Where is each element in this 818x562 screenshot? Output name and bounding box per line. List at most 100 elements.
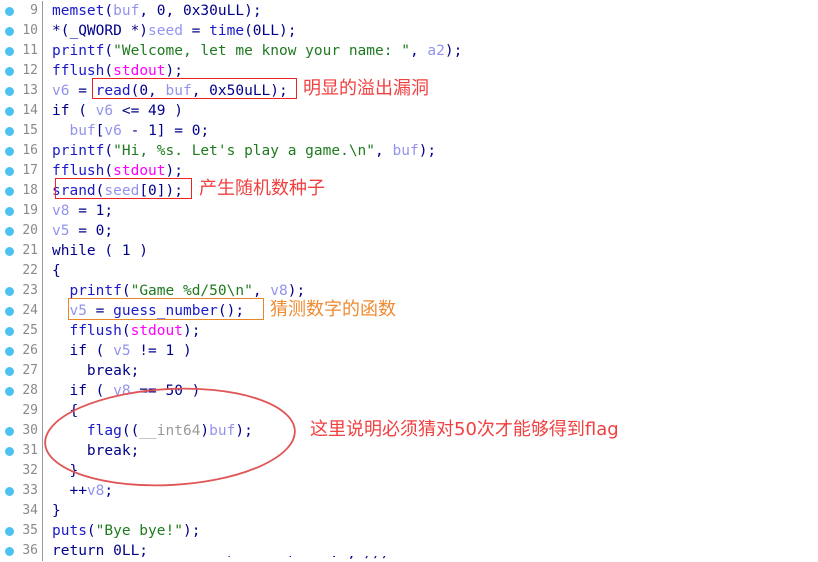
code-text[interactable]: while ( 1 ) — [52, 241, 148, 261]
code-text[interactable]: break; — [52, 441, 139, 461]
code-text[interactable]: flag((__int64)buf); — [52, 421, 253, 441]
line-gutter[interactable]: 20 — [0, 221, 43, 241]
line-gutter[interactable]: 16 — [0, 141, 43, 161]
code-line[interactable]: 18 srand(seed[0]); — [0, 181, 818, 201]
code-line[interactable]: 34} — [0, 501, 818, 521]
code-text[interactable]: if ( v6 <= 49 ) — [52, 101, 183, 121]
code-text[interactable]: ++v8; — [52, 481, 113, 501]
code-line[interactable]: 22 { — [0, 261, 818, 281]
line-gutter[interactable]: 30 — [0, 421, 43, 441]
code-text[interactable]: } — [52, 461, 78, 481]
code-line[interactable]: 32 } — [0, 461, 818, 481]
breakpoint-dot-icon[interactable] — [5, 167, 14, 176]
code-text[interactable]: if ( v5 != 1 ) — [52, 341, 191, 361]
code-line[interactable]: 19 v8 = 1; — [0, 201, 818, 221]
line-gutter[interactable]: 11 — [0, 41, 43, 61]
code-line[interactable]: 17 fflush(stdout); — [0, 161, 818, 181]
line-gutter[interactable]: 25 — [0, 321, 43, 341]
breakpoint-dot-icon[interactable] — [5, 107, 14, 116]
breakpoint-dot-icon[interactable] — [5, 287, 14, 296]
code-text[interactable]: v8 = 1; — [52, 201, 113, 221]
breakpoint-dot-icon[interactable] — [5, 307, 14, 316]
code-text[interactable]: fflush(stdout); — [52, 61, 183, 81]
breakpoint-dot-icon[interactable] — [5, 87, 14, 96]
breakpoint-dot-icon[interactable] — [5, 527, 14, 536]
line-gutter[interactable]: 22 — [0, 261, 43, 281]
code-text[interactable]: } — [52, 501, 61, 521]
breakpoint-dot-icon[interactable] — [5, 367, 14, 376]
breakpoint-dot-icon[interactable] — [5, 67, 14, 76]
line-gutter[interactable]: 23 — [0, 281, 43, 301]
code-line[interactable]: 15 buf[v6 - 1] = 0; — [0, 121, 818, 141]
code-line[interactable]: 27 break; — [0, 361, 818, 381]
code-text[interactable]: v6 = read(0, buf, 0x50uLL); — [52, 81, 288, 101]
line-gutter[interactable]: 28 — [0, 381, 43, 401]
code-line[interactable]: 29 { — [0, 401, 818, 421]
code-line[interactable]: 31 break; — [0, 441, 818, 461]
line-gutter[interactable]: 19 — [0, 201, 43, 221]
code-text[interactable]: buf[v6 - 1] = 0; — [52, 121, 209, 141]
breakpoint-dot-icon[interactable] — [5, 207, 14, 216]
code-line[interactable]: 23 printf("Game %d/50\n", v8); — [0, 281, 818, 301]
breakpoint-dot-icon[interactable] — [5, 387, 14, 396]
code-line[interactable]: 33 ++v8; — [0, 481, 818, 501]
line-gutter[interactable]: 31 — [0, 441, 43, 461]
code-line[interactable]: 35 puts("Bye bye!"); — [0, 521, 818, 541]
line-gutter[interactable]: 15 — [0, 121, 43, 141]
line-gutter[interactable]: 33 — [0, 481, 43, 501]
line-gutter[interactable]: 35 — [0, 521, 43, 541]
code-text[interactable]: break; — [52, 361, 139, 381]
breakpoint-dot-icon[interactable] — [5, 547, 14, 556]
breakpoint-dot-icon[interactable] — [5, 127, 14, 136]
code-text[interactable]: v5 = guess_number(); — [52, 301, 244, 321]
code-line[interactable]: 26 if ( v5 != 1 ) — [0, 341, 818, 361]
breakpoint-dot-icon[interactable] — [5, 247, 14, 256]
code-line[interactable]: 10 *(_QWORD *)seed = time(0LL); — [0, 21, 818, 41]
breakpoint-dot-icon[interactable] — [5, 447, 14, 456]
code-text[interactable]: if ( v8 == 50 ) — [52, 381, 200, 401]
code-text[interactable]: *(_QWORD *)seed = time(0LL); — [52, 21, 296, 41]
code-line[interactable]: 20 v5 = 0; — [0, 221, 818, 241]
code-text[interactable]: fflush(stdout); — [52, 161, 183, 181]
breakpoint-dot-icon[interactable] — [5, 427, 14, 436]
code-text[interactable]: { — [52, 401, 78, 421]
breakpoint-dot-icon[interactable] — [5, 187, 14, 196]
line-gutter[interactable]: 10 — [0, 21, 43, 41]
line-gutter[interactable]: 14 — [0, 101, 43, 121]
line-gutter[interactable]: 26 — [0, 341, 43, 361]
line-gutter[interactable]: 13 — [0, 81, 43, 101]
breakpoint-dot-icon[interactable] — [5, 7, 14, 16]
code-text[interactable]: memset(buf, 0, 0x30uLL); — [52, 1, 262, 21]
code-text[interactable]: printf("Hi, %s. Let's play a game.\n", b… — [52, 141, 436, 161]
breakpoint-dot-icon[interactable] — [5, 47, 14, 56]
line-gutter[interactable]: 32 — [0, 461, 43, 481]
breakpoint-dot-icon[interactable] — [5, 487, 14, 496]
breakpoint-dot-icon[interactable] — [5, 227, 14, 236]
code-line[interactable]: 21 while ( 1 ) — [0, 241, 818, 261]
code-line[interactable]: 14 if ( v6 <= 49 ) — [0, 101, 818, 121]
line-gutter[interactable]: 17 — [0, 161, 43, 181]
code-line[interactable]: 28 if ( v8 == 50 ) — [0, 381, 818, 401]
line-gutter[interactable]: 24 — [0, 301, 43, 321]
code-line[interactable]: 25 fflush(stdout); — [0, 321, 818, 341]
code-text[interactable]: puts("Bye bye!"); — [52, 521, 200, 541]
breakpoint-dot-icon[interactable] — [5, 27, 14, 36]
code-text[interactable]: { — [52, 261, 61, 281]
line-gutter[interactable]: 34 — [0, 501, 43, 521]
code-line[interactable]: 11 printf("Welcome, let me know your name… — [0, 41, 818, 61]
code-text[interactable]: printf("Game %d/50\n", v8); — [52, 281, 305, 301]
code-text[interactable]: printf("Welcome, let me know your name: … — [52, 41, 462, 61]
line-gutter[interactable]: 12 — [0, 61, 43, 81]
line-gutter[interactable]: 18 — [0, 181, 43, 201]
code-text[interactable]: fflush(stdout); — [52, 321, 200, 341]
line-gutter[interactable]: 27 — [0, 361, 43, 381]
line-gutter[interactable]: 29 — [0, 401, 43, 421]
code-line[interactable]: 24 v5 = guess_number(); — [0, 301, 818, 321]
line-gutter[interactable]: 21 — [0, 241, 43, 261]
breakpoint-dot-icon[interactable] — [5, 327, 14, 336]
breakpoint-dot-icon[interactable] — [5, 147, 14, 156]
code-line[interactable]: 9 memset(buf, 0, 0x30uLL); — [0, 1, 818, 21]
code-text[interactable]: v5 = 0; — [52, 221, 113, 241]
breakpoint-dot-icon[interactable] — [5, 347, 14, 356]
code-line[interactable]: 16 printf("Hi, %s. Let's play a game.\n",… — [0, 141, 818, 161]
